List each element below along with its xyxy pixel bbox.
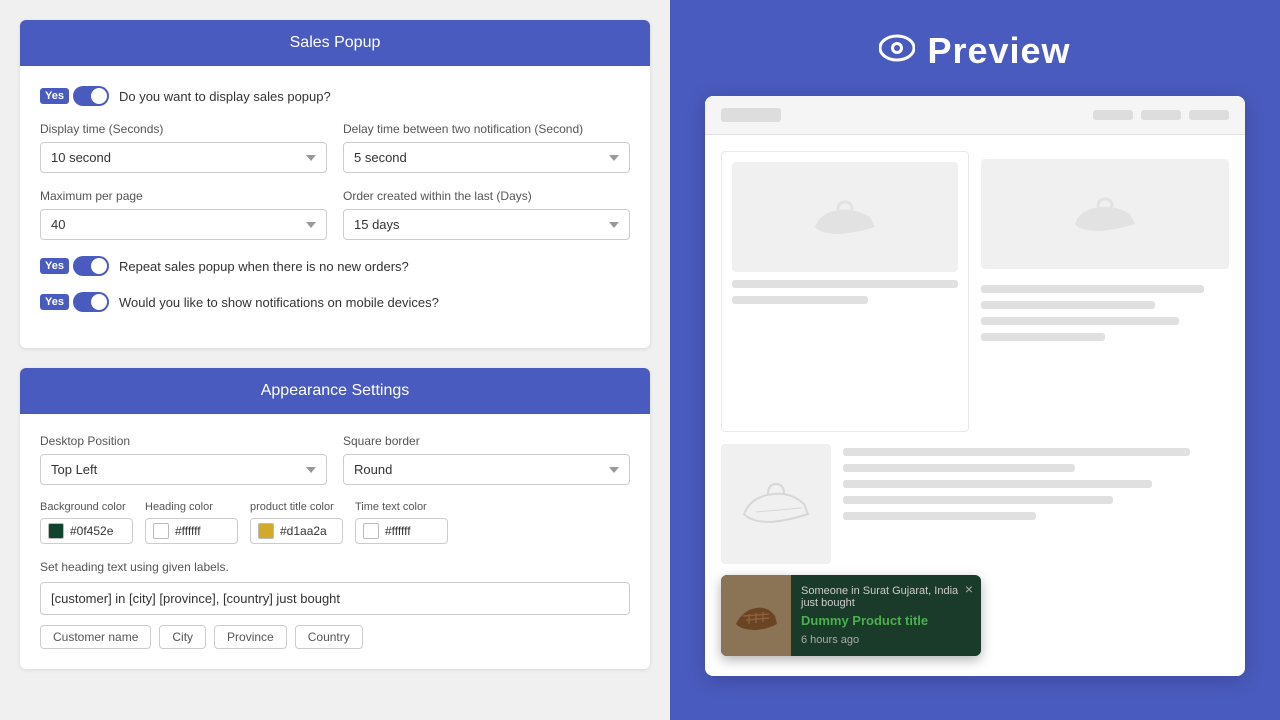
display-toggle-row: Yes Do you want to display sales popup?: [40, 86, 630, 106]
square-border-label: Square border: [343, 434, 630, 448]
browser-bar: [705, 96, 1245, 135]
mobile-toggle-badge: Yes: [40, 292, 109, 312]
position-border-row: Desktop Position Top Left Square border …: [40, 434, 630, 485]
display-toggle-yes-label: Yes: [40, 88, 69, 104]
appearance-title: Appearance Settings: [261, 382, 410, 399]
heading-color-swatch: [153, 523, 169, 539]
time-text-color-label: Time text color: [355, 501, 448, 513]
max-per-page-group: Maximum per page 40: [40, 189, 327, 240]
sales-popup-title: Sales Popup: [290, 34, 381, 51]
time-row: Display time (Seconds) 10 second Delay t…: [40, 122, 630, 173]
time-text-color-value: #ffffff: [385, 524, 440, 538]
desktop-position-group: Desktop Position Top Left: [40, 434, 327, 485]
time-text-color-swatch: [363, 523, 379, 539]
mobile-toggle-switch[interactable]: [73, 292, 109, 312]
city-tag[interactable]: City: [159, 625, 206, 649]
repeat-toggle-question: Repeat sales popup when there is no new …: [119, 259, 409, 274]
right-panel: Preview: [670, 0, 1280, 720]
square-border-group: Square border Round: [343, 434, 630, 485]
label-instruction: Set heading text using given labels.: [40, 560, 630, 574]
text-lines-2: [981, 277, 1229, 341]
delay-time-group: Delay time between two notification (Sec…: [343, 122, 630, 173]
background-color-swatch: [48, 523, 64, 539]
mobile-toggle-yes-label: Yes: [40, 294, 69, 310]
browser-nav-item-3: [1189, 110, 1229, 120]
display-toggle-badge: Yes: [40, 86, 109, 106]
max-per-page-label: Maximum per page: [40, 189, 327, 203]
appearance-header: Appearance Settings: [20, 368, 650, 414]
browser-nav-item-1: [1093, 110, 1133, 120]
browser-search-box: [721, 108, 781, 122]
square-border-select[interactable]: Round: [343, 454, 630, 485]
order-created-select[interactable]: 15 days: [343, 209, 630, 240]
product-title-color-input[interactable]: #d1aa2a: [250, 518, 343, 544]
appearance-card: Appearance Settings Desktop Position Top…: [20, 368, 650, 669]
preview-header: Preview: [879, 30, 1070, 72]
repeat-toggle-switch[interactable]: [73, 256, 109, 276]
mobile-toggle-question: Would you like to show notifications on …: [119, 295, 439, 310]
country-tag[interactable]: Country: [295, 625, 363, 649]
order-created-label: Order created within the last (Days): [343, 189, 630, 203]
popup-content: Someone in Surat Gujarat, India just bou…: [791, 575, 981, 656]
color-row: Background color #0f452e Heading color #…: [40, 501, 630, 544]
repeat-toggle-yes-label: Yes: [40, 258, 69, 274]
display-toggle-question: Do you want to display sales popup?: [119, 89, 331, 104]
repeat-toggle-badge: Yes: [40, 256, 109, 276]
display-time-group: Display time (Seconds) 10 second: [40, 122, 327, 173]
product-card-2: [981, 151, 1229, 432]
province-tag[interactable]: Province: [214, 625, 287, 649]
product-image-2: [981, 159, 1229, 269]
browser-nav-item-2: [1141, 110, 1181, 120]
sales-popup-header: Sales Popup: [20, 20, 650, 66]
product-line-1: [732, 280, 958, 288]
product-image-sm: [721, 444, 831, 564]
popup-notification: Someone in Surat Gujarat, India just bou…: [721, 575, 981, 656]
background-color-input[interactable]: #0f452e: [40, 518, 133, 544]
heading-color-value: #ffffff: [175, 524, 230, 538]
popup-close-button[interactable]: ×: [965, 581, 973, 597]
popup-product-title: Dummy Product title: [801, 613, 971, 628]
repeat-toggle-row: Yes Repeat sales popup when there is no …: [40, 256, 630, 276]
product-line-2: [732, 296, 868, 304]
time-text-color-input[interactable]: #ffffff: [355, 518, 448, 544]
product-title-color-label: product title color: [250, 501, 343, 513]
sales-popup-body: Yes Do you want to display sales popup? …: [20, 66, 650, 348]
product-title-color-group: product title color #d1aa2a: [250, 501, 343, 544]
delay-time-select[interactable]: 5 second: [343, 142, 630, 173]
desktop-position-label: Desktop Position: [40, 434, 327, 448]
product-image-1: [732, 162, 958, 272]
left-panel: Sales Popup Yes Do you want to display s…: [0, 0, 670, 720]
background-color-label: Background color: [40, 501, 133, 513]
popup-time: 6 hours ago: [801, 634, 971, 646]
preview-eye-icon: [879, 34, 915, 69]
background-color-value: #0f452e: [70, 524, 125, 538]
appearance-body: Desktop Position Top Left Square border …: [20, 414, 650, 669]
label-input-field[interactable]: [40, 582, 630, 615]
browser-nav-items: [1093, 110, 1229, 120]
popup-product-image: [721, 575, 791, 656]
display-time-select[interactable]: 10 second: [40, 142, 327, 173]
delay-time-label: Delay time between two notification (Sec…: [343, 122, 630, 136]
popup-top-text: Someone in Surat Gujarat, India just bou…: [801, 585, 971, 609]
sales-popup-card: Sales Popup Yes Do you want to display s…: [20, 20, 650, 348]
heading-color-label: Heading color: [145, 501, 238, 513]
product-card-1: [721, 151, 969, 432]
product-title-color-value: #d1aa2a: [280, 524, 335, 538]
browser-mockup: Someone in Surat Gujarat, India just bou…: [705, 96, 1245, 676]
order-created-group: Order created within the last (Days) 15 …: [343, 189, 630, 240]
desktop-position-select[interactable]: Top Left: [40, 454, 327, 485]
customer-name-tag[interactable]: Customer name: [40, 625, 151, 649]
max-per-page-select[interactable]: 40: [40, 209, 327, 240]
max-order-row: Maximum per page 40 Order created within…: [40, 189, 630, 240]
tag-row: Customer name City Province Country: [40, 625, 630, 649]
heading-color-input[interactable]: #ffffff: [145, 518, 238, 544]
preview-title: Preview: [927, 30, 1070, 72]
time-text-color-group: Time text color #ffffff: [355, 501, 448, 544]
mobile-toggle-row: Yes Would you like to show notifications…: [40, 292, 630, 312]
background-color-group: Background color #0f452e: [40, 501, 133, 544]
display-time-label: Display time (Seconds): [40, 122, 327, 136]
product-title-color-swatch: [258, 523, 274, 539]
display-toggle-switch[interactable]: [73, 86, 109, 106]
heading-color-group: Heading color #ffffff: [145, 501, 238, 544]
